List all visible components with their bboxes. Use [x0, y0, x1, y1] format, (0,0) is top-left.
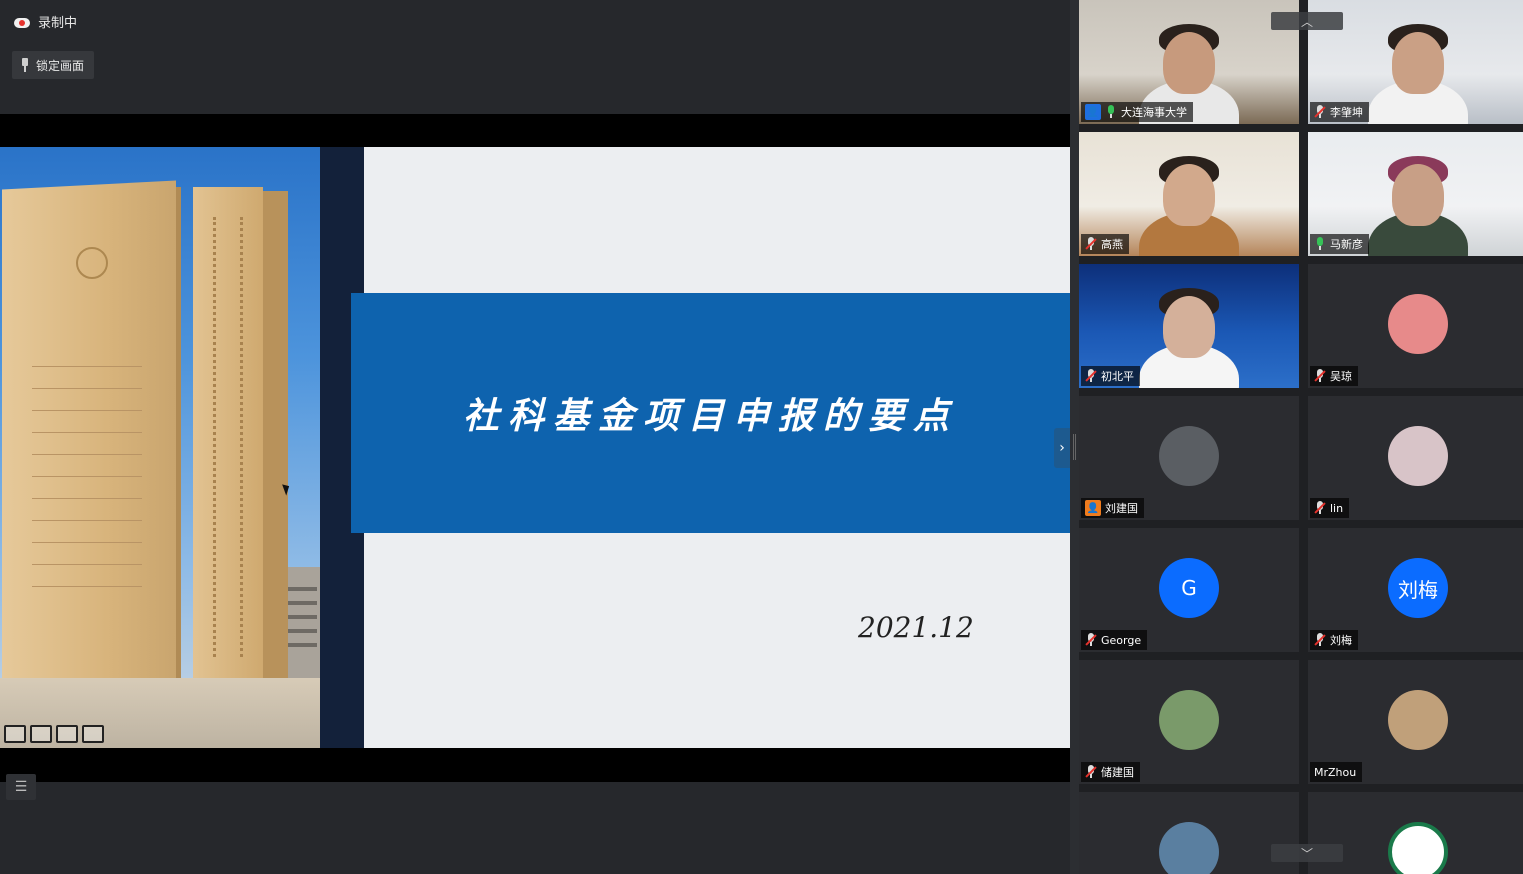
initial-avatar: 刘梅 [1388, 558, 1448, 618]
participant-name: 大连海事大学 [1121, 106, 1187, 119]
lock-view-button[interactable]: 锁定画面 [12, 51, 95, 79]
cloud-record-icon [14, 16, 30, 28]
participant-tile[interactable]: 初北平 [1079, 264, 1299, 388]
participant-name: 初北平 [1101, 370, 1134, 383]
pen-icon[interactable] [30, 725, 52, 743]
participant-name: 刘建国 [1105, 502, 1138, 515]
participant-tile[interactable]: 高燕 [1079, 132, 1299, 256]
recording-label: 录制中 [38, 16, 78, 31]
mic-muted-icon [1314, 369, 1326, 383]
participant-name: 高燕 [1101, 238, 1123, 251]
avatar [1388, 822, 1448, 874]
participant-nametag: George [1081, 630, 1148, 650]
participant-nametag: 👤 大连海事大学 [1081, 102, 1193, 122]
participant-nametag: 高燕 [1081, 234, 1129, 254]
participant-nametag: 吴琼 [1310, 366, 1358, 386]
mic-muted-icon [1314, 501, 1326, 515]
chevron-down-icon: ﹀ [1300, 846, 1313, 861]
participant-tile[interactable]: MrZhou [1308, 660, 1523, 784]
participant-name: MrZhou [1314, 765, 1357, 779]
slide-menu-icon[interactable] [56, 725, 78, 743]
collapse-gallery-button[interactable]: › [1054, 428, 1070, 468]
mic-muted-icon [1085, 237, 1097, 251]
participant-tile[interactable]: 马新彦 [1308, 132, 1523, 256]
avatar [1159, 690, 1219, 750]
avatar [1159, 822, 1219, 874]
participant-tile[interactable]: lin [1308, 396, 1523, 520]
participant-nametag: 👤 刘建国 [1081, 498, 1144, 518]
meeting-window: 录制中 锁定画面 社科基金项目申报的要点 2021.12 › ☰ 👤 大连海事大… [0, 0, 1523, 874]
participant-tile[interactable]: 储建国 [1079, 660, 1299, 784]
letterbox-bottom [0, 748, 1070, 782]
slide-title-banner: 社科基金项目申报的要点 [351, 293, 1070, 533]
participant-tile[interactable]: G George [1079, 528, 1299, 652]
prev-slide-icon[interactable] [4, 725, 26, 743]
resize-grip-icon[interactable] [1073, 434, 1076, 460]
participant-name: 李肇坤 [1330, 106, 1363, 119]
gallery-scroll-up-button[interactable]: ︿ [1271, 12, 1343, 30]
mic-muted-icon [1085, 633, 1097, 647]
participant-tile[interactable]: 👤 大连海事大学 [1079, 0, 1299, 124]
participant-nametag: lin [1310, 498, 1350, 518]
mic-muted-icon [1314, 633, 1326, 647]
mic-muted-icon [1085, 369, 1097, 383]
mic-muted-icon [1314, 105, 1326, 119]
slide-title: 社科基金项目申报的要点 [462, 395, 958, 437]
participant-nametag: 马新彦 [1310, 234, 1369, 254]
participant-nametag: 刘梅 [1310, 630, 1358, 650]
letterbox-top [0, 114, 1070, 147]
list-view-button[interactable]: ☰ [6, 774, 36, 800]
avatar [1388, 294, 1448, 354]
participant-name: George [1101, 633, 1142, 647]
presentation-slide: 社科基金项目申报的要点 2021.12 [0, 147, 1070, 748]
chevron-up-icon: ︿ [1300, 14, 1313, 29]
participant-name: lin [1330, 501, 1344, 515]
participant-tile[interactable]: 吴琼 [1308, 264, 1523, 388]
mic-muted-icon [1085, 765, 1097, 779]
recording-indicator[interactable]: 录制中 [14, 12, 77, 31]
slide-controls [4, 725, 104, 743]
participant-tile[interactable]: 刘梅 刘梅 [1308, 528, 1523, 652]
chevron-right-icon: › [1059, 440, 1065, 456]
participant-gallery: 👤 大连海事大学 李肇坤 高燕 马新彦 初北平 吴琼 👤 刘建国 lin G George 刘梅 刘梅 储建… [1079, 0, 1523, 874]
avatar-initial: G [1181, 576, 1197, 600]
slide-date: 2021.12 [858, 611, 974, 644]
participant-nametag: 初北平 [1081, 366, 1140, 386]
participant-name: 马新彦 [1330, 238, 1363, 251]
participant-name: 吴琼 [1330, 370, 1352, 383]
initial-avatar: G [1159, 558, 1219, 618]
user-icon: 👤 [1085, 104, 1101, 120]
participant-nametag: 李肇坤 [1310, 102, 1369, 122]
avatar [1388, 426, 1448, 486]
shared-screen-stage: 录制中 锁定画面 社科基金项目申报的要点 2021.12 › ☰ [0, 0, 1070, 874]
lock-view-label: 锁定画面 [36, 58, 85, 73]
participant-tile[interactable] [1079, 792, 1299, 874]
participant-name: 刘梅 [1330, 634, 1352, 647]
participant-name: 储建国 [1101, 766, 1134, 779]
list-icon: ☰ [14, 779, 28, 795]
avatar [1159, 426, 1219, 486]
avatar-initial: 刘梅 [1398, 577, 1438, 602]
participant-nametag: MrZhou [1310, 762, 1363, 782]
mic-icon [1314, 237, 1326, 251]
gallery-scroll-down-button[interactable]: ﹀ [1271, 844, 1343, 862]
pin-icon [20, 57, 30, 73]
user-icon: 👤 [1085, 500, 1101, 516]
mic-icon [1105, 105, 1117, 119]
avatar [1388, 690, 1448, 750]
next-slide-icon[interactable] [82, 725, 104, 743]
participant-tile[interactable]: 👤 刘建国 [1079, 396, 1299, 520]
participant-nametag: 储建国 [1081, 762, 1140, 782]
campus-monument-photo [0, 147, 320, 748]
